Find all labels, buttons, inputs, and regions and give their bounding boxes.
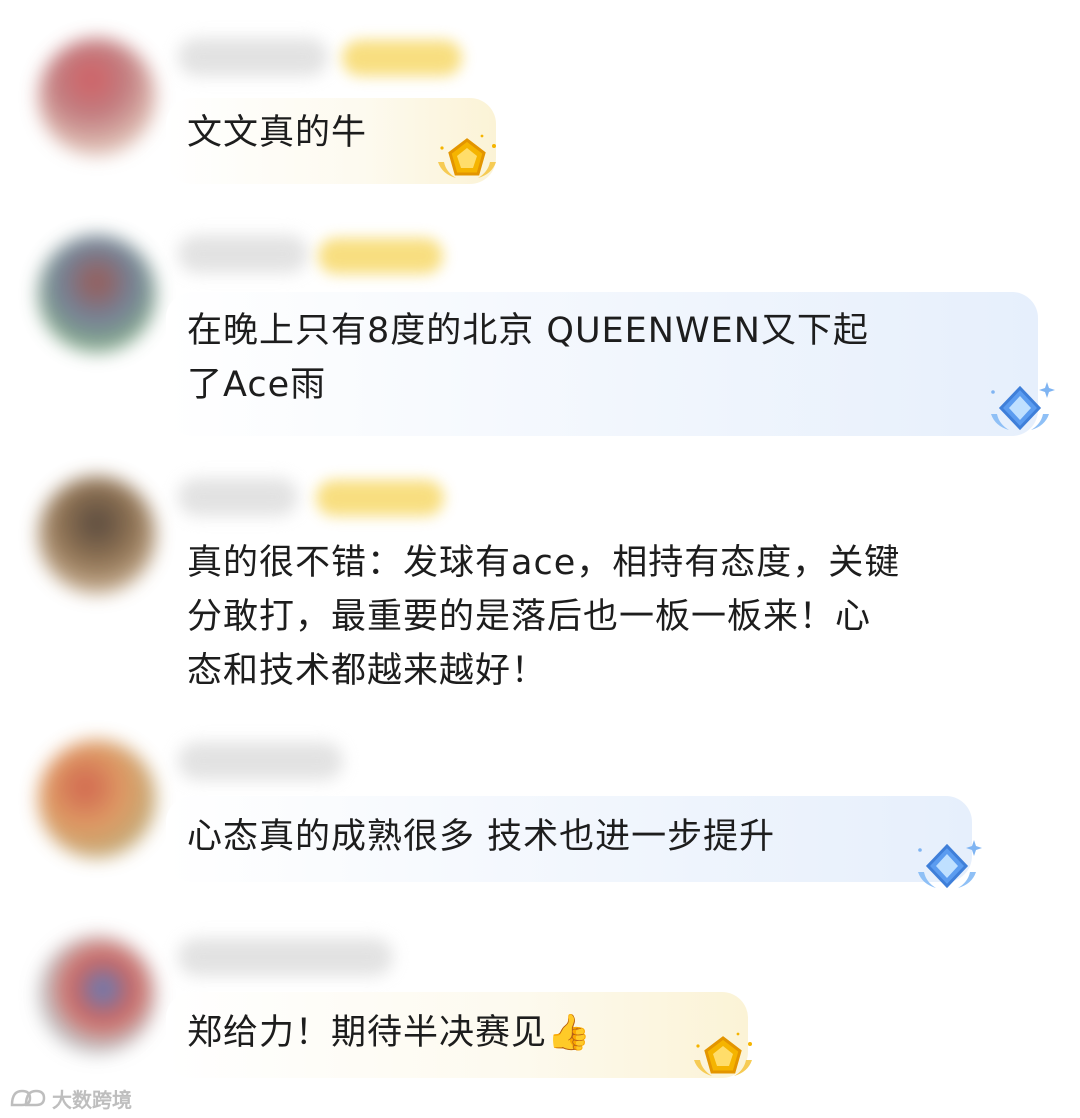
avatar[interactable] — [38, 936, 156, 1054]
comment-text: 心态真的成熟很多 技术也进一步提升 — [187, 817, 776, 857]
username[interactable] — [178, 38, 328, 76]
avatar[interactable] — [38, 476, 156, 594]
comment-text: 真的很不错：发球有ace，相持有态度，关键 分敢打，最重要的是落后也一板一板来！… — [187, 543, 901, 691]
username[interactable] — [178, 938, 393, 976]
avatar[interactable] — [38, 38, 156, 156]
blue-diamond-icon — [918, 840, 982, 889]
comment-text: 郑给力！期待半决赛见👍 — [187, 1013, 592, 1053]
watermark-logo-icon — [10, 1089, 46, 1107]
level-badge — [318, 238, 443, 274]
comment-text: 在晚上只有8度的北京 QUEENWEN又下起 了Ace雨 — [187, 311, 869, 405]
username[interactable] — [178, 742, 343, 780]
comment-feed: 文文真的牛 在晚上只有8度的北京 QUEENWEN又下起 了Ace雨 真的很不错… — [0, 0, 1080, 1118]
avatar[interactable] — [38, 740, 156, 858]
watermark-text: 大数跨境 — [52, 1089, 132, 1112]
comment-text: 文文真的牛 — [187, 113, 368, 153]
blue-diamond-icon — [991, 382, 1055, 431]
username[interactable] — [178, 235, 308, 273]
avatar[interactable] — [38, 235, 156, 353]
level-badge — [316, 480, 444, 516]
username[interactable] — [178, 478, 298, 516]
gold-medal-icon — [694, 1032, 752, 1076]
level-badge — [342, 40, 462, 76]
watermark: 大数跨境 — [8, 1082, 132, 1114]
gold-medal-icon — [438, 134, 496, 178]
